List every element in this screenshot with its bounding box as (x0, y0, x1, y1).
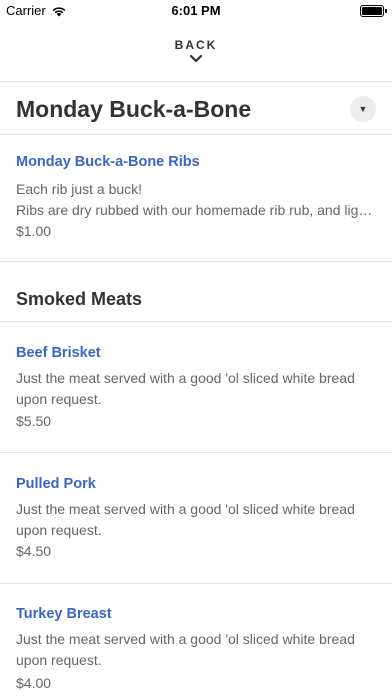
menu-dropdown-button[interactable]: ▼ (350, 96, 376, 122)
item-description: Just the meat served with a good 'ol sli… (16, 368, 380, 410)
item-name: Pulled Pork (16, 476, 96, 492)
item-description-line: Just the meat served with a good 'ol sli… (16, 501, 355, 517)
item-name: Turkey Breast (16, 606, 112, 622)
item-description: Just the meat served with a good 'ol sli… (16, 499, 380, 541)
item-description-line: Each rib just a buck! (16, 181, 143, 197)
battery-icon (360, 5, 387, 17)
item-description-line: upon request. (16, 391, 102, 407)
item-description: Just the meat served with a good 'ol sli… (16, 629, 380, 671)
item-name: Beef Brisket (16, 345, 101, 361)
item-description-line: upon request. (16, 522, 102, 538)
item-description-line: Just the meat served with a good 'ol sli… (16, 370, 355, 386)
item-description: Each rib just a buck! Ribs are dry rubbe… (16, 179, 380, 221)
menu-header: Monday Buck-a-Bone ▼ (0, 82, 392, 135)
item-price: $5.50 (16, 413, 52, 429)
menu-item-card[interactable]: Pulled Pork Just the meat served with a … (0, 453, 392, 584)
item-name: Monday Buck-a-Bone Ribs (16, 154, 200, 170)
item-description-line: upon request. (16, 652, 102, 668)
item-price: $1.00 (16, 223, 52, 239)
back-label: BACK (174, 38, 218, 52)
triangle-down-icon: ▼ (358, 104, 368, 114)
section-title: Smoked Meats (16, 289, 143, 309)
back-button[interactable]: BACK (0, 22, 392, 82)
clock: 6:01 PM (171, 3, 221, 18)
item-price: $4.00 (16, 675, 52, 691)
menu-item-card[interactable]: Beef Brisket Just the meat served with a… (0, 322, 392, 453)
menu-title: Monday Buck-a-Bone (16, 96, 252, 122)
chevron-down-icon (189, 54, 203, 63)
menu-item-card[interactable]: Turkey Breast Just the meat served with … (0, 584, 392, 696)
item-price: $4.50 (16, 543, 52, 559)
section-header: Smoked Meats (0, 262, 392, 322)
item-description-line: Ribs are dry rubbed with our homemade ri… (16, 202, 380, 218)
item-description-line: Just the meat served with a good 'ol sli… (16, 631, 355, 647)
menu-item-card[interactable]: Monday Buck-a-Bone Ribs Each rib just a … (0, 135, 392, 262)
status-bar: Carrier 6:01 PM (0, 0, 392, 22)
